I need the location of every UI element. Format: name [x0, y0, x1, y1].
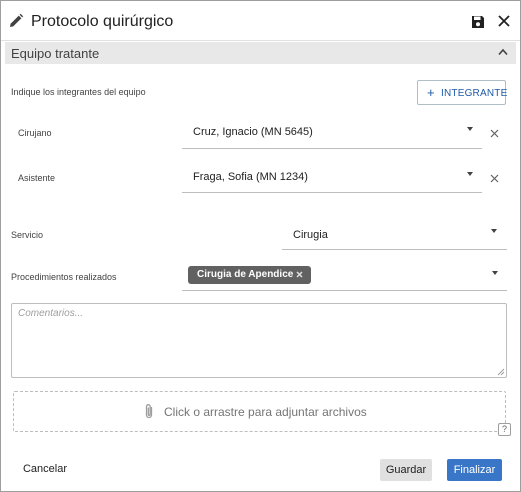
close-icon[interactable] — [498, 15, 510, 27]
cancel-button[interactable]: Cancelar — [15, 459, 75, 479]
save-button[interactable]: Guardar — [380, 459, 432, 481]
assistant-value: Fraga, Sofia (MN 1234) — [193, 171, 308, 183]
dropdown-caret-icon — [491, 229, 497, 233]
dialog-header: Protocolo quirúrgico — [1, 1, 520, 41]
surgeon-label: Cirujano — [18, 128, 52, 138]
dropdown-caret-icon — [467, 172, 473, 176]
service-select[interactable]: Cirugia — [282, 220, 507, 250]
section-title: Equipo tratante — [11, 46, 100, 61]
surgeon-value: Cruz, Ignacio (MN 5645) — [193, 126, 313, 138]
dropdown-caret-icon — [467, 127, 473, 131]
floppy-disk-icon[interactable] — [471, 15, 485, 29]
resize-grip-icon[interactable] — [497, 368, 505, 376]
chevron-up-icon[interactable] — [498, 48, 508, 56]
section-header-team[interactable]: Equipo tratante — [5, 42, 516, 64]
remove-assistant-icon[interactable] — [490, 174, 499, 183]
help-button[interactable]: ? — [498, 423, 511, 436]
paperclip-icon — [145, 404, 153, 419]
procedures-label: Procedimientos realizados — [11, 272, 117, 282]
remove-surgeon-icon[interactable] — [490, 129, 499, 138]
dialog-title: Protocolo quirúrgico — [31, 13, 174, 30]
assistant-select[interactable]: Fraga, Sofia (MN 1234) — [182, 163, 482, 193]
chip-remove-icon[interactable] — [295, 270, 304, 279]
pencil-icon — [10, 13, 24, 27]
dropzone-text: Click o arrastre para adjuntar archivos — [164, 405, 367, 419]
dropdown-caret-icon — [492, 271, 498, 275]
finish-button[interactable]: Finalizar — [447, 459, 502, 481]
procedure-chip-label: Cirugia de Apendice — [197, 269, 294, 280]
add-member-button[interactable]: + INTEGRANTE — [417, 80, 508, 105]
add-member-label: INTEGRANTE — [441, 88, 508, 99]
file-dropzone[interactable]: Click o arrastre para adjuntar archivos — [13, 391, 506, 432]
procedure-chip: Cirugia de Apendice — [188, 266, 311, 284]
comments-textarea[interactable] — [11, 303, 507, 378]
team-hint: Indique los integrantes del equipo — [11, 87, 146, 97]
surgeon-select[interactable]: Cruz, Ignacio (MN 5645) — [182, 118, 482, 149]
surgical-protocol-dialog: Protocolo quirúrgico Equipo tratante Ind… — [0, 0, 521, 492]
service-value: Cirugia — [293, 229, 328, 241]
assistant-label: Asistente — [18, 173, 56, 183]
plus-icon: + — [427, 85, 435, 100]
service-label: Servicio — [11, 230, 44, 240]
